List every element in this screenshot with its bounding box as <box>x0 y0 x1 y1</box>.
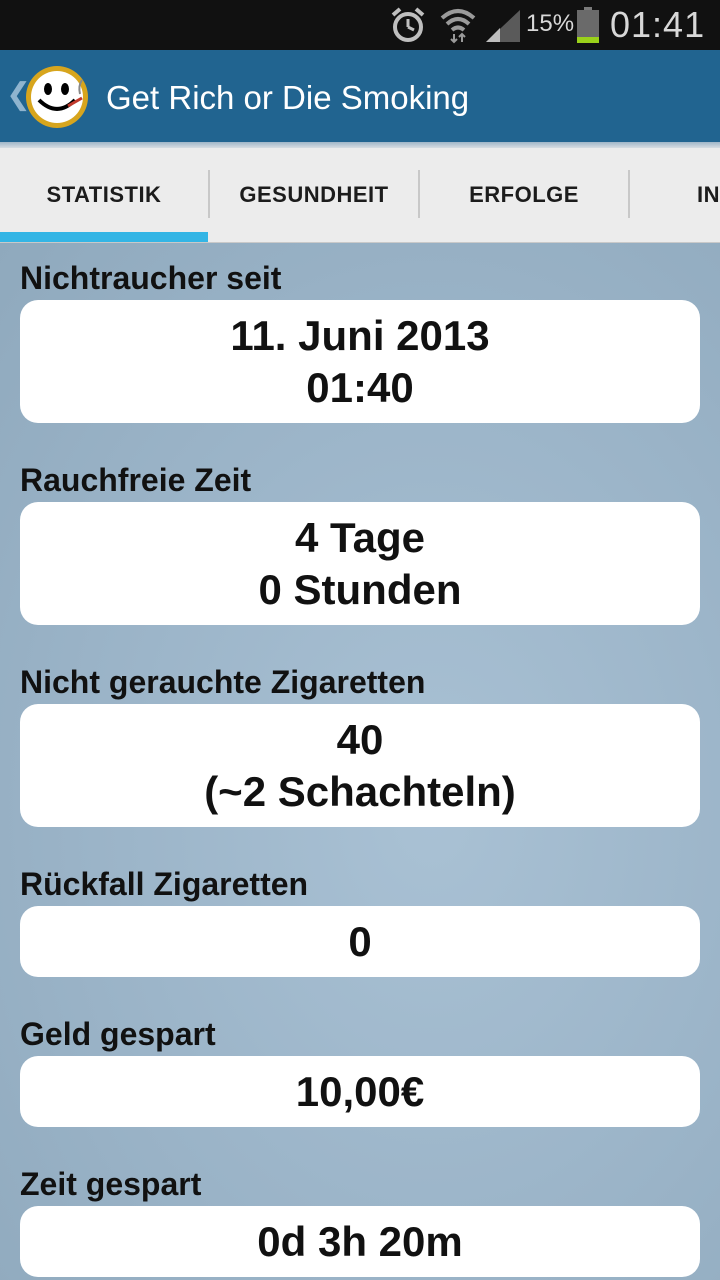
smiley-smoking-logo[interactable] <box>24 64 90 130</box>
money-saved-label: Geld gespart <box>20 1016 216 1052</box>
nonsmoker-since-time: 01:40 <box>306 363 414 411</box>
tab-info[interactable]: IN <box>630 148 720 242</box>
smokefree-hours: 0 Stunden <box>258 565 462 613</box>
nonsmoker-since-date: 11. Juni 2013 <box>230 311 490 359</box>
tab-statistik[interactable]: STATISTIK <box>0 148 208 242</box>
nonsmoker-since-label: Nichtraucher seit <box>20 260 282 296</box>
statistics-panel: Nichtraucher seit 11. Juni 2013 01:40 Ra… <box>0 243 720 1280</box>
smokefree-time-card: 4 Tage 0 Stunden <box>20 502 700 625</box>
time-saved-value: 0d 3h 20m <box>257 1217 463 1265</box>
relapse-cigarettes-label: Rückfall Zigaretten <box>20 866 309 902</box>
nonsmoker-since-card: 11. Juni 2013 01:40 <box>20 300 700 423</box>
cigarettes-not-smoked-packs: (~2 Schachteln) <box>204 767 516 815</box>
app-title: Get Rich or Die Smoking <box>106 79 470 116</box>
smokefree-days: 4 Tage <box>295 513 425 561</box>
alarm-icon <box>390 6 426 49</box>
time-saved-label: Zeit gespart <box>20 1166 202 1202</box>
action-bar: ❮ Get Rich or Die Smoking <box>0 50 720 142</box>
battery-icon <box>576 7 600 48</box>
tab-erfolge[interactable]: ERFOLGE <box>420 148 628 242</box>
status-time: 01:41 <box>610 4 706 45</box>
relapse-cigarettes-value: 0 <box>348 917 372 965</box>
cigarettes-not-smoked-card: 40 (~2 Schachteln) <box>20 704 700 827</box>
tab-selected-indicator <box>0 232 208 242</box>
battery-percent: 15% <box>526 10 575 37</box>
smokefree-time-label: Rauchfreie Zeit <box>20 462 252 498</box>
relapse-cigarettes-card: 0 <box>20 906 700 977</box>
status-bar: 15% 01:41 <box>0 0 720 50</box>
cigarettes-not-smoked-count: 40 <box>336 715 384 763</box>
signal-icon <box>486 10 520 47</box>
tab-bar: STATISTIK GESUNDHEIT ERFOLGE IN <box>0 148 720 243</box>
money-saved-card: 10,00€ <box>20 1056 700 1127</box>
cigarettes-not-smoked-label: Nicht gerauchte Zigaretten <box>20 664 426 700</box>
tab-gesundheit[interactable]: GESUNDHEIT <box>210 148 418 242</box>
wifi-icon <box>440 6 476 49</box>
money-saved-value: 10,00€ <box>295 1067 425 1115</box>
time-saved-card: 0d 3h 20m <box>20 1206 700 1277</box>
